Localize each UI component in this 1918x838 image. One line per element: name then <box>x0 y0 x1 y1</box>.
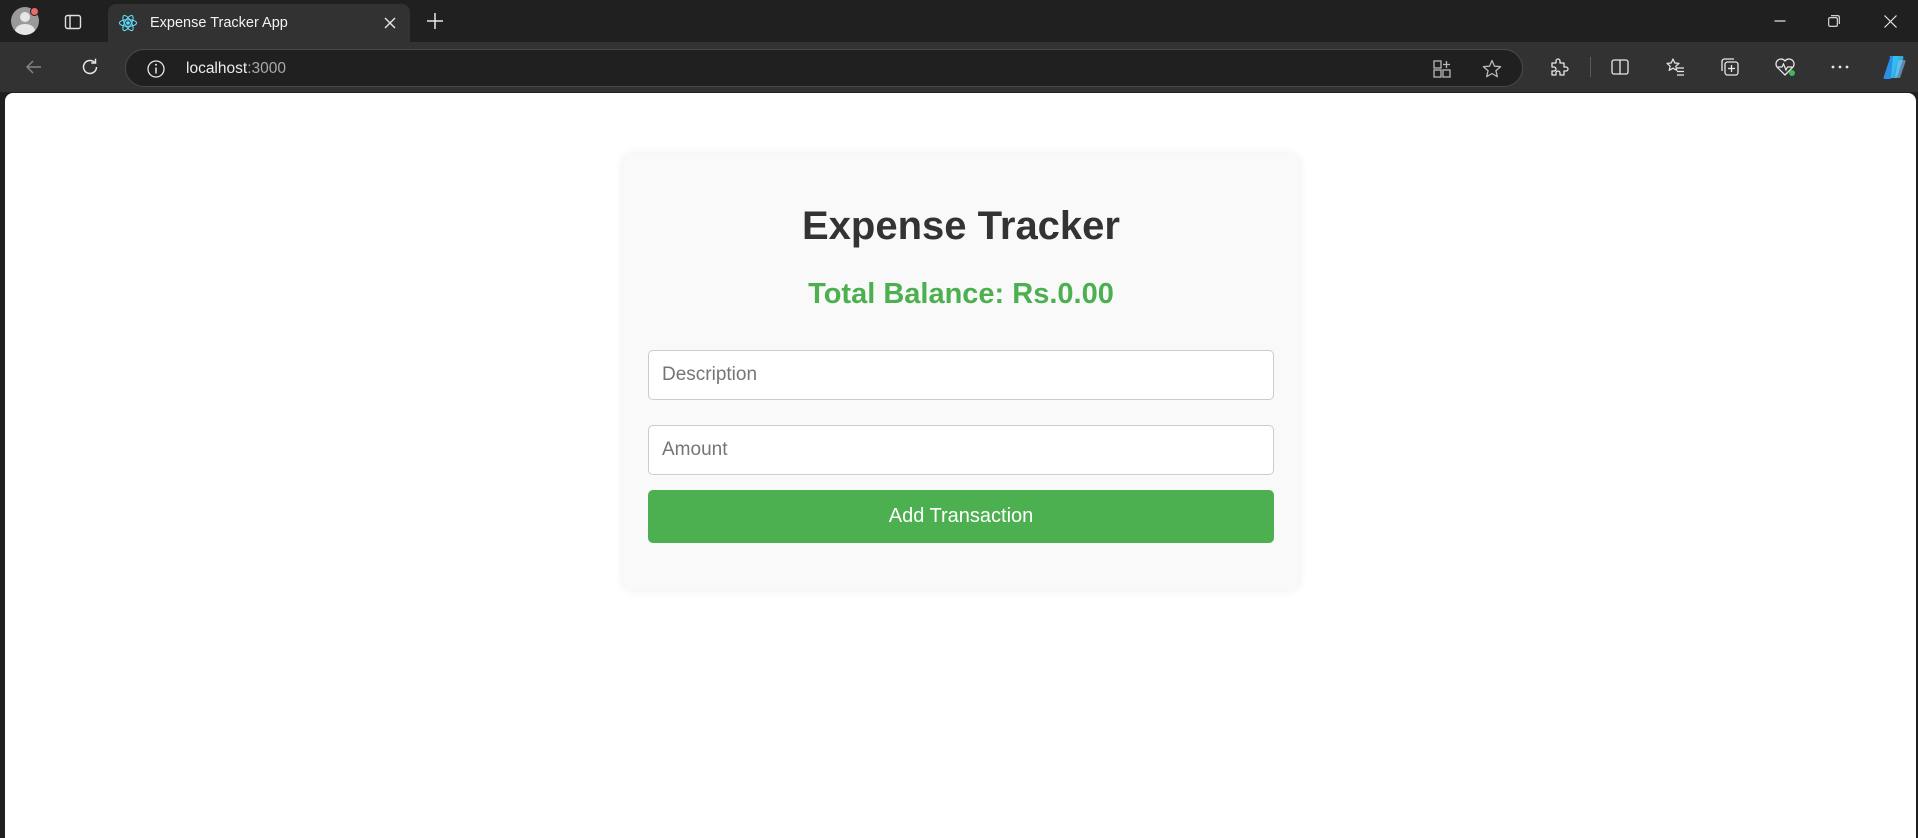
arrow-left-icon <box>25 60 41 74</box>
address-bar[interactable]: localhost:3000 <box>125 49 1523 87</box>
page-title: Expense Tracker <box>802 204 1120 248</box>
extensions-button[interactable] <box>1545 53 1573 81</box>
page-viewport: Expense Tracker Total Balance: Rs.0.00 A… <box>5 93 1916 838</box>
puzzle-icon <box>1551 58 1569 76</box>
reload-icon <box>82 58 98 75</box>
tab-expense-tracker[interactable]: Expense Tracker App <box>108 4 410 42</box>
restore-button[interactable] <box>1816 6 1852 36</box>
collections-button[interactable] <box>1716 53 1744 81</box>
react-favicon-icon <box>118 13 138 33</box>
split-screen-icon <box>1611 59 1629 75</box>
close-icon <box>384 17 396 29</box>
browser-essentials-button[interactable] <box>1771 53 1799 81</box>
collections-icon <box>1721 58 1739 76</box>
settings-and-more-button[interactable] <box>1826 53 1854 81</box>
tab-title: Expense Tracker App <box>150 15 288 31</box>
favorite-button[interactable] <box>1481 58 1503 80</box>
browser-toolbar: localhost:3000 <box>0 42 1918 92</box>
app-available-button[interactable] <box>1431 58 1453 80</box>
minimize-button[interactable] <box>1762 6 1798 36</box>
heart-pulse-icon <box>1775 58 1795 76</box>
copilot-icon <box>1883 56 1906 79</box>
more-horizontal-icon <box>1831 65 1849 69</box>
profile-button[interactable] <box>10 6 40 36</box>
tab-close-button[interactable] <box>376 9 404 37</box>
tab-actions-icon <box>64 14 82 30</box>
favorites-button[interactable] <box>1661 53 1689 81</box>
new-tab-button[interactable] <box>420 6 450 36</box>
profile-notification-dot <box>30 7 39 16</box>
url-host: localhost <box>186 60 248 77</box>
split-screen-button[interactable] <box>1606 53 1634 81</box>
back-button[interactable] <box>18 51 50 83</box>
total-balance: Total Balance: Rs.0.00 <box>808 278 1114 310</box>
star-icon <box>1482 59 1502 78</box>
apps-icon <box>1433 60 1451 78</box>
add-transaction-button[interactable]: Add Transaction <box>648 490 1274 543</box>
restore-icon <box>1828 15 1840 27</box>
browser-titlebar: Expense Tracker App <box>0 0 1918 42</box>
plus-icon <box>427 13 443 29</box>
description-input[interactable] <box>648 350 1274 400</box>
expense-tracker-card: Expense Tracker Total Balance: Rs.0.00 A… <box>623 154 1299 590</box>
minimize-icon <box>1774 20 1786 22</box>
copilot-button[interactable] <box>1878 51 1910 83</box>
url-port: :3000 <box>247 60 286 77</box>
close-icon <box>1883 14 1897 28</box>
site-info-icon[interactable] <box>146 59 166 79</box>
toolbar-divider <box>1590 57 1591 77</box>
window-close-button[interactable] <box>1872 6 1908 36</box>
reload-button[interactable] <box>74 51 106 83</box>
favorites-icon <box>1666 58 1684 76</box>
tab-actions-button[interactable] <box>60 9 86 35</box>
url-text: localhost:3000 <box>186 60 286 78</box>
amount-input[interactable] <box>648 425 1274 475</box>
